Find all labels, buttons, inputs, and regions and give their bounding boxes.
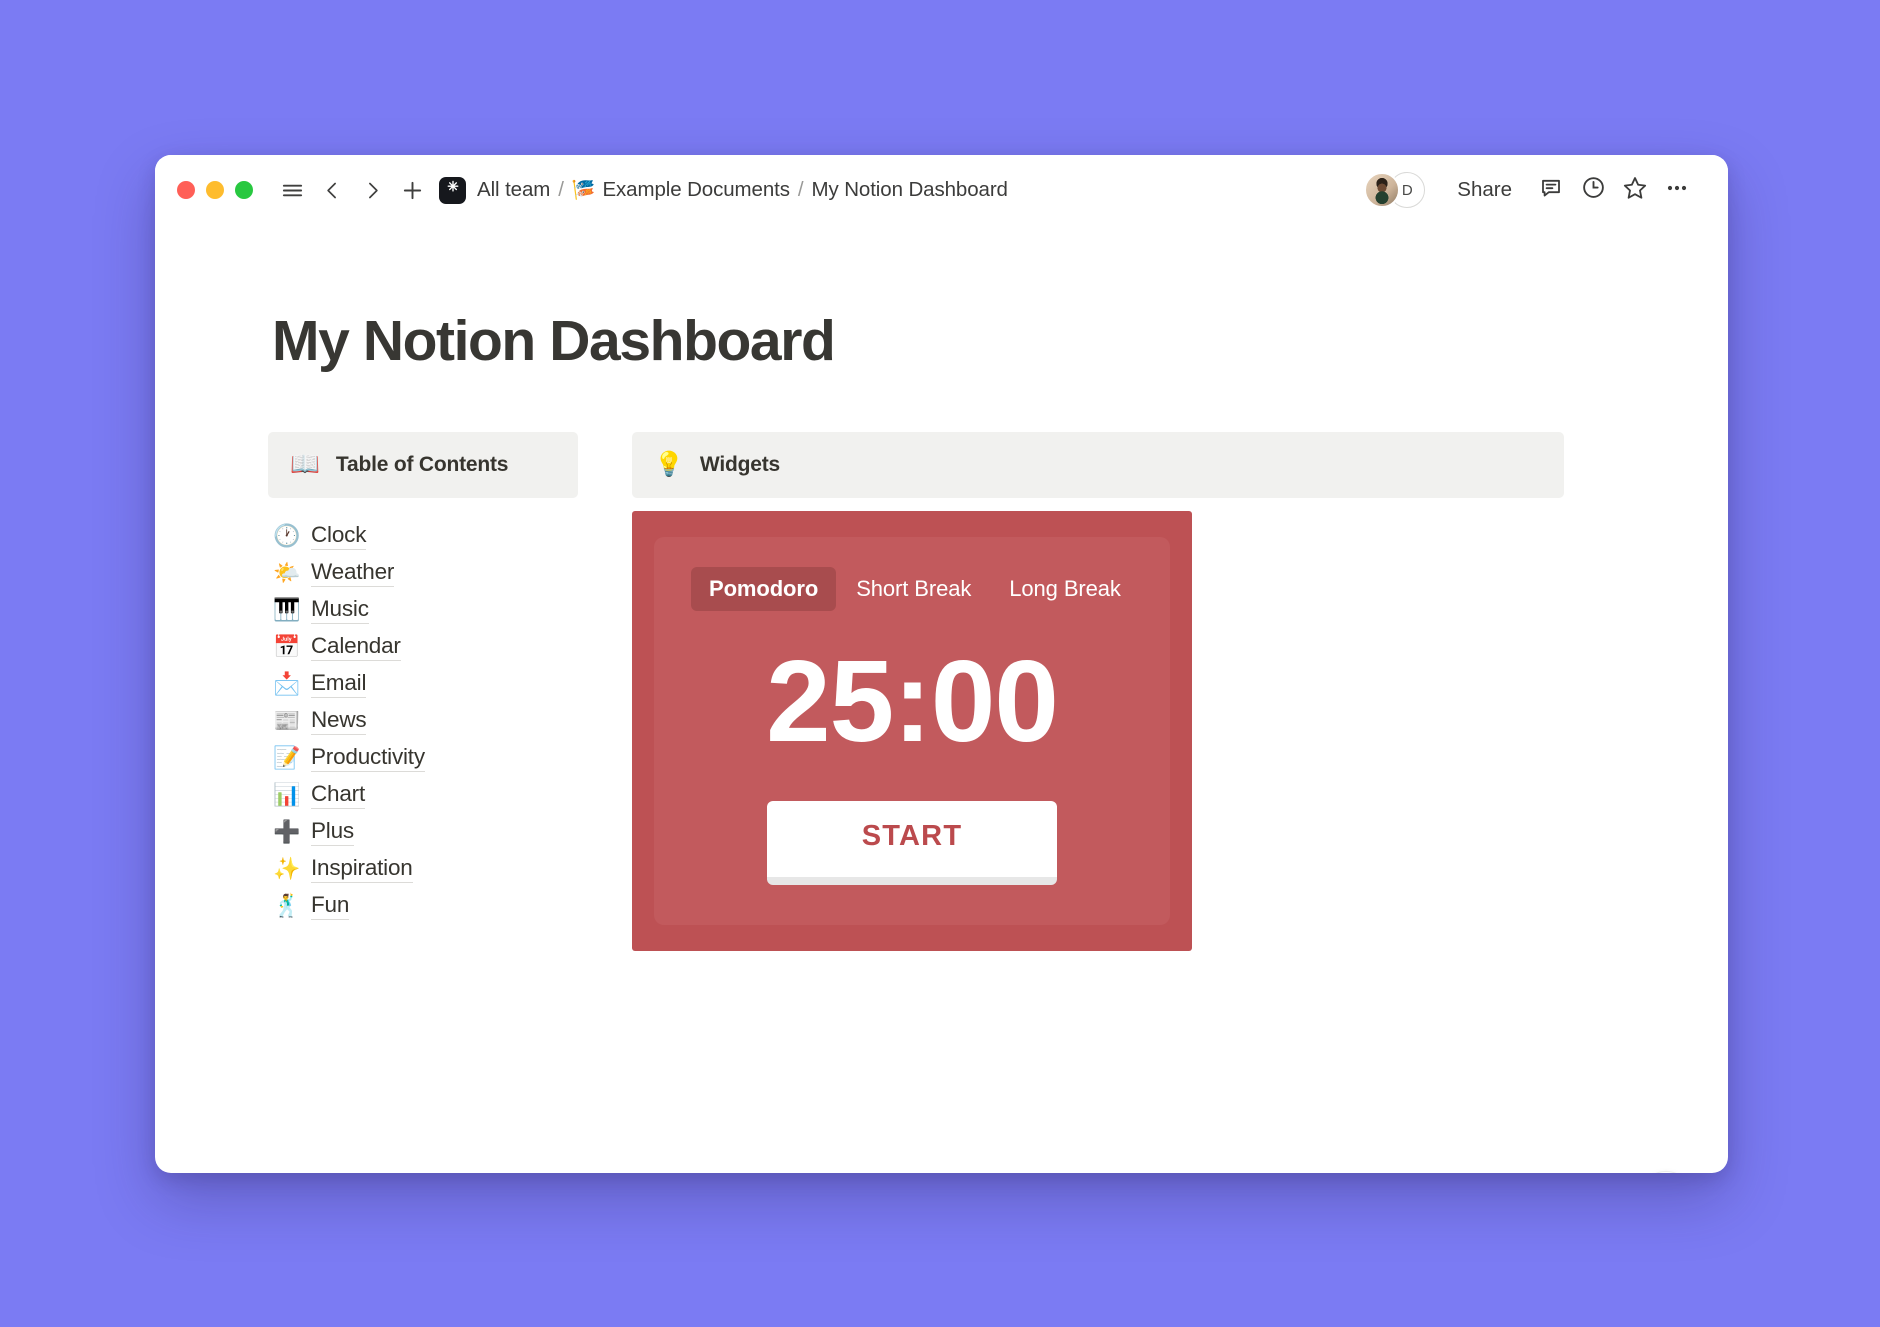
- breadcrumb-separator: /: [558, 178, 564, 202]
- favorite-button[interactable]: [1614, 169, 1656, 211]
- notion-ai-logo[interactable]: [439, 177, 466, 204]
- tab-long-break[interactable]: Long Break: [991, 567, 1139, 611]
- newspaper-icon: 📰: [273, 710, 299, 732]
- tab-short-break[interactable]: Short Break: [838, 567, 989, 611]
- toc-item-label: Productivity: [311, 744, 425, 772]
- hamburger-icon: [281, 179, 304, 202]
- content-columns: 📖 Table of Contents 🕐 Clock 🌤️ Weather 🎹: [155, 432, 1728, 951]
- widgets-title: Widgets: [700, 453, 780, 477]
- open-book-icon: 📖: [290, 453, 320, 477]
- toc-item-label: Clock: [311, 522, 366, 550]
- breadcrumb-separator: /: [798, 178, 804, 202]
- plus-icon: [401, 179, 424, 202]
- close-window-button[interactable]: [177, 181, 195, 199]
- comments-button[interactable]: [1530, 169, 1572, 211]
- comment-icon: [1539, 176, 1563, 205]
- page-title: My Notion Dashboard: [272, 308, 1728, 374]
- toc-item-music[interactable]: 🎹 Music: [273, 591, 578, 628]
- toc-item-inspiration[interactable]: ✨ Inspiration: [273, 850, 578, 887]
- heavy-plus-icon: ➕: [273, 821, 299, 843]
- table-of-contents-list: 🕐 Clock 🌤️ Weather 🎹 Music 📅 Calendar: [268, 517, 578, 924]
- tab-pomodoro[interactable]: Pomodoro: [691, 567, 836, 611]
- timer-display: 25:00: [766, 637, 1058, 767]
- page-history-button[interactable]: [1572, 169, 1614, 211]
- calendar-icon: 📅: [273, 636, 299, 658]
- breadcrumb-item-example-documents[interactable]: Example Documents: [602, 178, 789, 202]
- toc-item-productivity[interactable]: 📝 Productivity: [273, 739, 578, 776]
- toc-item-plus[interactable]: ➕ Plus: [273, 813, 578, 850]
- column-left: 📖 Table of Contents 🕐 Clock 🌤️ Weather 🎹: [268, 432, 578, 924]
- back-button[interactable]: [312, 170, 352, 210]
- toc-item-fun[interactable]: 🕺 Fun: [273, 887, 578, 924]
- more-options-button[interactable]: [1656, 169, 1698, 211]
- maximize-window-button[interactable]: [235, 181, 253, 199]
- chevron-left-icon: [322, 180, 343, 201]
- star-icon: [1622, 175, 1648, 206]
- sidebar-toggle-button[interactable]: [272, 170, 312, 210]
- incoming-envelope-icon: 📩: [273, 673, 299, 695]
- help-button[interactable]: ?: [1640, 1171, 1692, 1173]
- breadcrumb: All team / 🎏 Example Documents / My Noti…: [477, 178, 1008, 202]
- more-horizontal-icon: [1665, 176, 1689, 205]
- toc-item-calendar[interactable]: 📅 Calendar: [273, 628, 578, 665]
- toc-item-label: Chart: [311, 781, 365, 809]
- toc-item-label: Weather: [311, 559, 394, 587]
- chevron-right-icon: [362, 180, 383, 201]
- share-button[interactable]: Share: [1447, 172, 1522, 208]
- table-of-contents-title: Table of Contents: [336, 453, 508, 477]
- toc-item-label: Inspiration: [311, 855, 413, 883]
- pomodoro-mode-tabs: Pomodoro Short Break Long Break: [691, 567, 1139, 611]
- clock-face-icon: 🕐: [273, 525, 299, 547]
- sparkles-icon: ✨: [273, 858, 299, 880]
- widgets-callout: 💡 Widgets: [632, 432, 1564, 498]
- new-page-button[interactable]: [392, 170, 432, 210]
- bar-chart-icon: 📊: [273, 784, 299, 806]
- clock-icon: [1581, 175, 1606, 205]
- titlebar: All team / 🎏 Example Documents / My Noti…: [155, 155, 1728, 225]
- start-timer-button[interactable]: START: [767, 801, 1057, 885]
- titlebar-actions: D Share: [1364, 169, 1698, 211]
- memo-icon: 📝: [273, 747, 299, 769]
- toc-item-news[interactable]: 📰 News: [273, 702, 578, 739]
- page-content: My Notion Dashboard 📖 Table of Contents …: [155, 308, 1728, 1173]
- breadcrumb-item-all-team[interactable]: All team: [477, 178, 550, 202]
- piano-icon: 🎹: [273, 599, 299, 621]
- toc-item-label: Email: [311, 670, 366, 698]
- pomodoro-card: Pomodoro Short Break Long Break 25:00 ST…: [654, 537, 1170, 925]
- toc-item-clock[interactable]: 🕐 Clock: [273, 517, 578, 554]
- chrome-nav-buttons: [272, 170, 432, 210]
- toc-item-label: Fun: [311, 892, 349, 920]
- avatar-group: D: [1364, 172, 1425, 208]
- forward-button[interactable]: [352, 170, 392, 210]
- sun-behind-cloud-icon: 🌤️: [273, 562, 299, 584]
- toc-item-weather[interactable]: 🌤️ Weather: [273, 554, 578, 591]
- column-right: 💡 Widgets Pomodoro Short Break Long Brea…: [632, 432, 1564, 951]
- carp-streamer-icon: 🎏: [572, 178, 596, 202]
- dancing-man-icon: 🕺: [273, 895, 299, 917]
- light-bulb-icon: 💡: [654, 453, 684, 477]
- breadcrumb-item-current-page[interactable]: My Notion Dashboard: [811, 178, 1007, 202]
- toc-item-label: Calendar: [311, 633, 401, 661]
- minimize-window-button[interactable]: [206, 181, 224, 199]
- sparkle-icon: [444, 179, 462, 202]
- toc-item-label: News: [311, 707, 366, 735]
- table-of-contents-callout: 📖 Table of Contents: [268, 432, 578, 498]
- toc-item-label: Plus: [311, 818, 354, 846]
- toc-item-chart[interactable]: 📊 Chart: [273, 776, 578, 813]
- traffic-lights: [177, 181, 253, 199]
- toc-item-label: Music: [311, 596, 369, 624]
- toc-item-email[interactable]: 📩 Email: [273, 665, 578, 702]
- pomodoro-widget: Pomodoro Short Break Long Break 25:00 ST…: [632, 511, 1192, 951]
- notion-window: All team / 🎏 Example Documents / My Noti…: [155, 155, 1728, 1173]
